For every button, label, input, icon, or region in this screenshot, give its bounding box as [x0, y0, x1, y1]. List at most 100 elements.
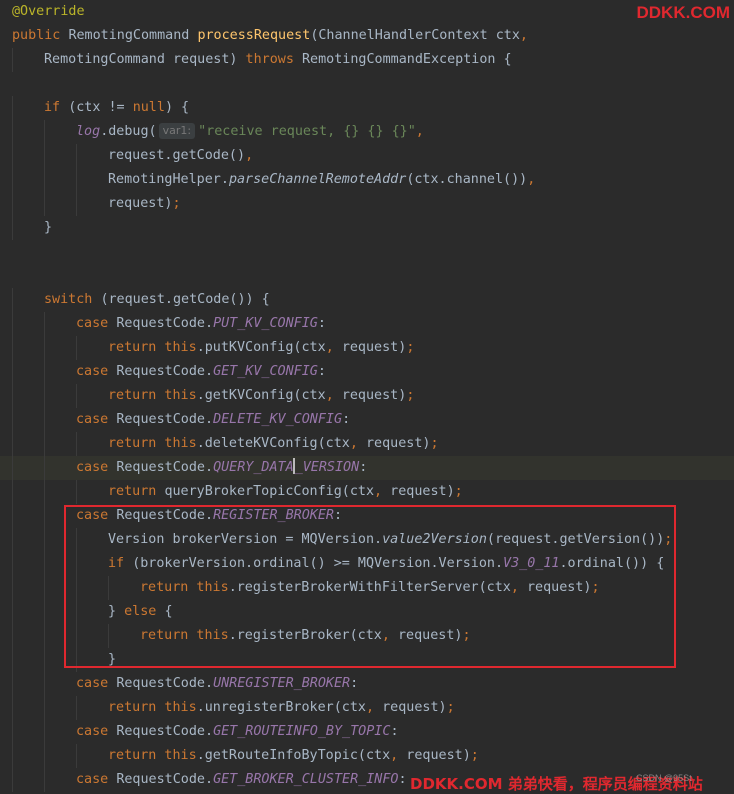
code-line[interactable]: public RemotingCommand processRequest(Ch… [0, 24, 734, 48]
code-line[interactable]: return this.registerBroker(ctx, request)… [0, 624, 734, 648]
code-line[interactable]: return this.unregisterBroker(ctx, reques… [0, 696, 734, 720]
code-token: : [334, 508, 343, 523]
code-token: else [124, 604, 165, 619]
code-token: (ctx.channel()) [406, 172, 528, 187]
code-line[interactable]: case RequestCode.PUT_KV_CONFIG: [0, 312, 734, 336]
code-content: return this.deleteKVConfig(ctx, request)… [108, 432, 439, 456]
code-content: case RequestCode.GET_KV_CONFIG: [76, 360, 326, 384]
code-line[interactable]: if (ctx != null) { [0, 96, 734, 120]
indent-guide [12, 720, 13, 744]
code-editor[interactable]: @Override public RemotingCommand processR… [0, 0, 734, 794]
code-token: , [325, 388, 342, 403]
indent-guide [44, 480, 45, 504]
code-token: ; [406, 388, 415, 403]
code-token: return this [108, 436, 197, 451]
code-token: ) { [164, 100, 190, 115]
code-token: : [350, 676, 359, 691]
code-line[interactable]: log.debug(var1: "receive request, {} {} {… [0, 120, 734, 144]
code-content: case RequestCode.GET_BROKER_CLUSTER_INFO… [76, 768, 407, 792]
indent-guide [76, 552, 77, 576]
code-line[interactable]: return this.putKVConfig(ctx, request); [0, 336, 734, 360]
code-line[interactable]: request); [0, 192, 734, 216]
code-content: return this.unregisterBroker(ctx, reques… [108, 696, 455, 720]
code-token: RequestCode. [116, 772, 214, 787]
code-token: .getKVConfig(ctx [196, 388, 326, 403]
code-content: log.debug(var1: "receive request, {} {} {… [76, 120, 424, 144]
code-token: : [317, 364, 326, 379]
code-line[interactable]: return queryBrokerTopicConfig(ctx, reque… [0, 480, 734, 504]
code-content: if (ctx != null) { [44, 96, 189, 120]
code-token: QUERY_DATA [213, 460, 294, 475]
code-token: , [325, 340, 342, 355]
indent-guide [12, 360, 13, 384]
code-token: RequestCode. [116, 364, 214, 379]
indent-guide [76, 696, 77, 720]
code-token: RemotingCommand request) [44, 52, 246, 67]
indent-guide [12, 528, 13, 552]
code-line[interactable] [0, 264, 734, 288]
indent-guide [44, 336, 45, 360]
code-content: request.getCode(), [108, 144, 253, 168]
code-line[interactable]: if (brokerVersion.ordinal() >= MQVersion… [0, 552, 734, 576]
code-line[interactable]: Version brokerVersion = MQVersion.value2… [0, 528, 734, 552]
indent-guide [12, 144, 13, 168]
indent-guide [12, 336, 13, 360]
code-line[interactable]: return this.getKVConfig(ctx, request); [0, 384, 734, 408]
code-token: .registerBrokerWithFilterServer(ctx [228, 580, 511, 595]
code-line[interactable] [0, 72, 734, 96]
indent-guide [44, 360, 45, 384]
code-line[interactable]: } else { [0, 600, 734, 624]
code-token: request) [108, 196, 173, 211]
code-line[interactable]: } [0, 648, 734, 672]
indent-guide [44, 576, 45, 600]
indent-guide [12, 504, 13, 528]
code-line[interactable]: return this.getRouteInfoByTopic(ctx, req… [0, 744, 734, 768]
code-line[interactable]: RemotingCommand request) throws Remoting… [0, 48, 734, 72]
code-line[interactable]: @Override [0, 0, 734, 24]
indent-guide [44, 744, 45, 768]
code-token: : [359, 460, 368, 475]
code-line[interactable] [0, 240, 734, 264]
code-token: ; [430, 436, 439, 451]
code-token: case [76, 364, 117, 379]
code-token: return this [108, 340, 197, 355]
code-line[interactable]: case RequestCode.UNREGISTER_BROKER: [0, 672, 734, 696]
code-token: : [317, 316, 326, 331]
indent-guide [76, 576, 77, 600]
code-line[interactable]: } [0, 216, 734, 240]
code-token: .unregisterBroker(ctx [196, 700, 366, 715]
indent-guide [76, 192, 77, 216]
code-token: V3_0_11 [503, 556, 560, 571]
code-line[interactable]: case RequestCode.GET_KV_CONFIG: [0, 360, 734, 384]
code-token: .registerBroker(ctx [228, 628, 382, 643]
indent-guide [12, 696, 13, 720]
code-token: ; [664, 532, 673, 547]
code-content: switch (request.getCode()) { [44, 288, 270, 312]
code-line[interactable]: case RequestCode.DELETE_KV_CONFIG: [0, 408, 734, 432]
indent-guide [12, 576, 13, 600]
code-token: if [108, 556, 133, 571]
code-token: PUT_KV_CONFIG [213, 316, 318, 331]
code-token: RequestCode. [116, 676, 214, 691]
code-content: request); [108, 192, 181, 216]
indent-guide [12, 768, 13, 792]
code-token: return this [108, 388, 197, 403]
indent-guide [44, 432, 45, 456]
indent-guide [12, 432, 13, 456]
watermark-csdn: CSDN @95St [636, 773, 692, 783]
code-line[interactable]: RemotingHelper.parseChannelRemoteAddr(ct… [0, 168, 734, 192]
indent-guide [76, 384, 77, 408]
code-line[interactable]: switch (request.getCode()) { [0, 288, 734, 312]
code-token: RequestCode. [116, 460, 214, 475]
code-token: REGISTER_BROKER [213, 508, 334, 523]
code-line[interactable]: case RequestCode.QUERY_DATA_VERSION: [0, 456, 734, 480]
indent-guide [12, 384, 13, 408]
indent-guide [44, 768, 45, 792]
code-token: } [108, 652, 117, 667]
code-line[interactable]: return this.deleteKVConfig(ctx, request)… [0, 432, 734, 456]
code-line[interactable]: case RequestCode.GET_ROUTEINFO_BY_TOPIC: [0, 720, 734, 744]
code-line[interactable]: request.getCode(), [0, 144, 734, 168]
code-token: RequestCode. [116, 412, 214, 427]
code-line[interactable]: return this.registerBrokerWithFilterServ… [0, 576, 734, 600]
code-line[interactable]: case RequestCode.REGISTER_BROKER: [0, 504, 734, 528]
